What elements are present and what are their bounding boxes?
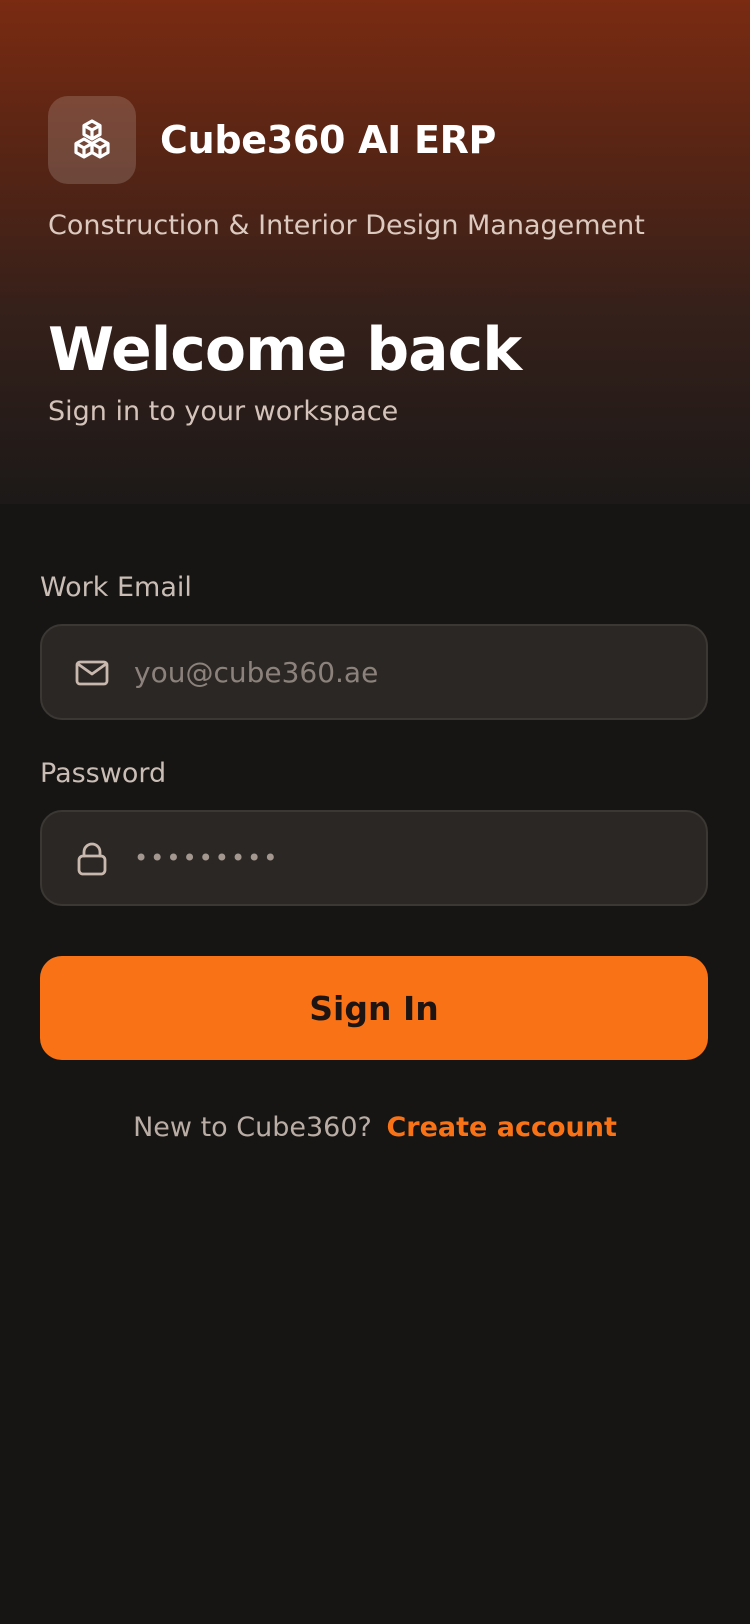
email-field-container[interactable] (40, 624, 708, 720)
signup-prompt-row: New to Cube360? Create account (0, 1108, 750, 1148)
email-label: Work Email (40, 572, 192, 603)
app-logo (48, 96, 136, 184)
app-tagline: Construction & Interior Design Managemen… (48, 210, 645, 241)
welcome-heading: Welcome back (48, 315, 522, 385)
email-input[interactable] (134, 626, 694, 718)
cubes-icon (74, 119, 110, 159)
mail-icon (74, 655, 110, 691)
password-label: Password (40, 758, 167, 789)
signup-prompt-text: New to Cube360? (133, 1112, 372, 1143)
create-account-link[interactable]: Create account (386, 1112, 616, 1143)
lock-icon (74, 841, 110, 877)
password-input[interactable] (134, 812, 694, 904)
app-title: Cube360 AI ERP (160, 118, 497, 162)
sign-in-button[interactable]: Sign In (40, 956, 708, 1060)
hero-header: Cube360 AI ERP Construction & Interior D… (0, 0, 750, 504)
password-field-container[interactable] (40, 810, 708, 906)
welcome-subheading: Sign in to your workspace (48, 396, 399, 427)
